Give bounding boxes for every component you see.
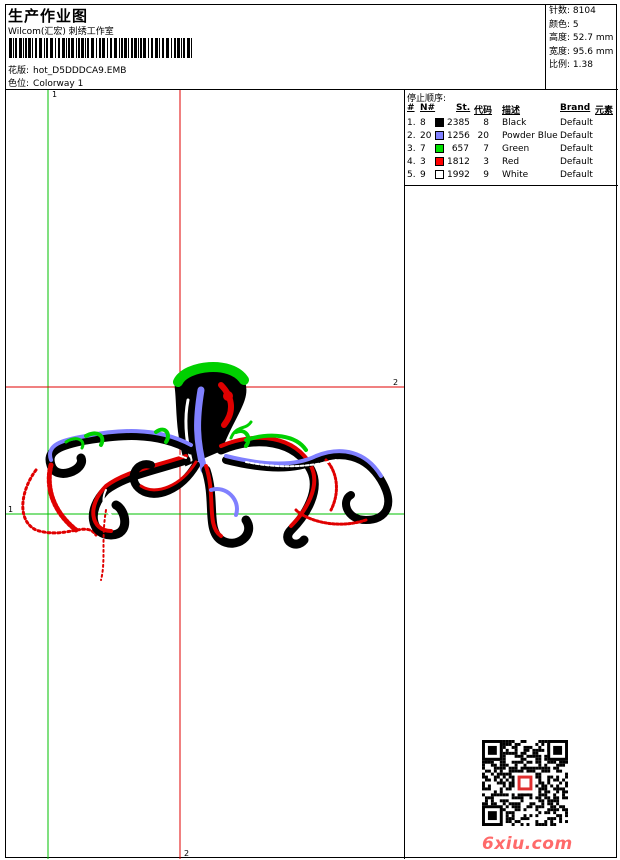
table-row: 3. 7 657 7 Green Default [405, 143, 619, 156]
row-description: Green [502, 144, 530, 154]
row-brand: Default [560, 118, 593, 128]
colorway-row: 色位: Colorway 1 [8, 76, 83, 89]
table-row: 5. 9 1992 9 White Default [405, 169, 619, 182]
colorway-value: Colorway 1 [33, 79, 84, 89]
col-hash: # [407, 103, 415, 113]
row-needle: 3 [420, 157, 426, 167]
design-file-row: 花版: hot_D5DDDCA9.EMB [8, 63, 126, 76]
row-index: 5. [407, 170, 416, 180]
col-desc: 描述 [502, 106, 521, 116]
row-stitches: 2385 [447, 118, 470, 128]
color-swatch [435, 131, 444, 140]
stat-width: 宽度: 95.6 mm [549, 46, 614, 57]
table-row: 2. 20 1256 20 Powder Blue Default [405, 130, 619, 143]
sheet-header: 生产作业图 Wilcom(汇宏) 刺绣工作室 花版: hot_D5DDDCA9.E… [6, 5, 618, 90]
stat-scale: 比例: 1.38 [549, 60, 593, 71]
col-st: St. [456, 103, 471, 113]
row-needle: 7 [420, 144, 426, 154]
barcode-icon [9, 38, 192, 58]
header-info: 生产作业图 Wilcom(汇宏) 刺绣工作室 花版: hot_D5DDDCA9.E… [6, 5, 546, 89]
stat-colors: 颜色: 5 [549, 19, 579, 30]
design-canvas: 1 1 2 2 [6, 90, 404, 859]
col-brand: Brand [560, 103, 591, 113]
qr-code-icon [482, 740, 568, 826]
row-index: 1. [407, 118, 416, 128]
page-title: 生产作业图 [8, 7, 89, 25]
axis-label-bottom: 2 [184, 849, 190, 858]
row-brand: Default [560, 144, 593, 154]
design-file-name: hot_D5DDDCA9.EMB [33, 66, 127, 76]
row-index: 4. [407, 157, 416, 167]
row-code: 9 [483, 170, 489, 180]
stat-height: 高度: 52.7 mm [549, 33, 614, 44]
row-description: Powder Blue [502, 131, 558, 141]
axis-label-right: 2 [393, 378, 399, 387]
col-n: N# [420, 103, 436, 113]
octopus-embroidery [21, 362, 393, 581]
row-needle: 9 [420, 170, 426, 180]
embroidery-preview [6, 90, 404, 859]
table-row: 1. 8 2385 8 Black Default [405, 117, 619, 130]
row-code: 20 [477, 131, 489, 141]
company-name: Wilcom(汇宏) 刺绣工作室 [8, 27, 114, 37]
row-code: 8 [483, 118, 489, 128]
row-index: 3. [407, 144, 416, 154]
colorway-label: 色位: [8, 79, 30, 89]
color-swatch [435, 170, 444, 179]
row-stitches: 1256 [447, 131, 470, 141]
row-description: White [502, 170, 529, 180]
col-element: 元素 [595, 106, 614, 116]
watermark-logo: 6xiu.com [482, 834, 573, 854]
row-brand: Default [560, 131, 593, 141]
design-stats: 针数: 8104 颜色: 5 高度: 52.7 mm 宽度: 95.6 mm 比… [549, 5, 617, 73]
row-needle: 20 [420, 131, 432, 141]
stat-stitches: 针数: 8104 [549, 6, 596, 16]
stop-sequence-table: 停止顺序: # N# St. 代码 描述 Brand 元素 1. 8 2385 8 Bl… [404, 90, 618, 186]
row-brand: Default [560, 157, 593, 167]
color-swatch [435, 118, 444, 127]
axis-label-left: 1 [8, 505, 14, 514]
row-stitches: 657 [451, 144, 469, 154]
row-code: 3 [483, 157, 489, 167]
row-description: Red [502, 157, 520, 167]
row-stitches: 1992 [447, 170, 470, 180]
table-header: # N# St. 代码 描述 Brand 元素 [405, 103, 619, 116]
row-stitches: 1812 [447, 157, 470, 167]
col-code: 代码 [474, 106, 493, 116]
row-needle: 8 [420, 118, 426, 128]
row-index: 2. [407, 131, 416, 141]
row-description: Black [502, 118, 527, 128]
production-sheet: 生产作业图 Wilcom(汇宏) 刺绣工作室 花版: hot_D5DDDCA9.E… [5, 4, 618, 859]
design-label: 花版: [8, 66, 30, 76]
axis-label-top: 1 [52, 90, 58, 99]
color-swatch [435, 144, 444, 153]
table-row: 4. 3 1812 3 Red Default [405, 156, 619, 169]
row-brand: Default [560, 170, 593, 180]
color-swatch [435, 157, 444, 166]
row-code: 7 [483, 144, 489, 154]
